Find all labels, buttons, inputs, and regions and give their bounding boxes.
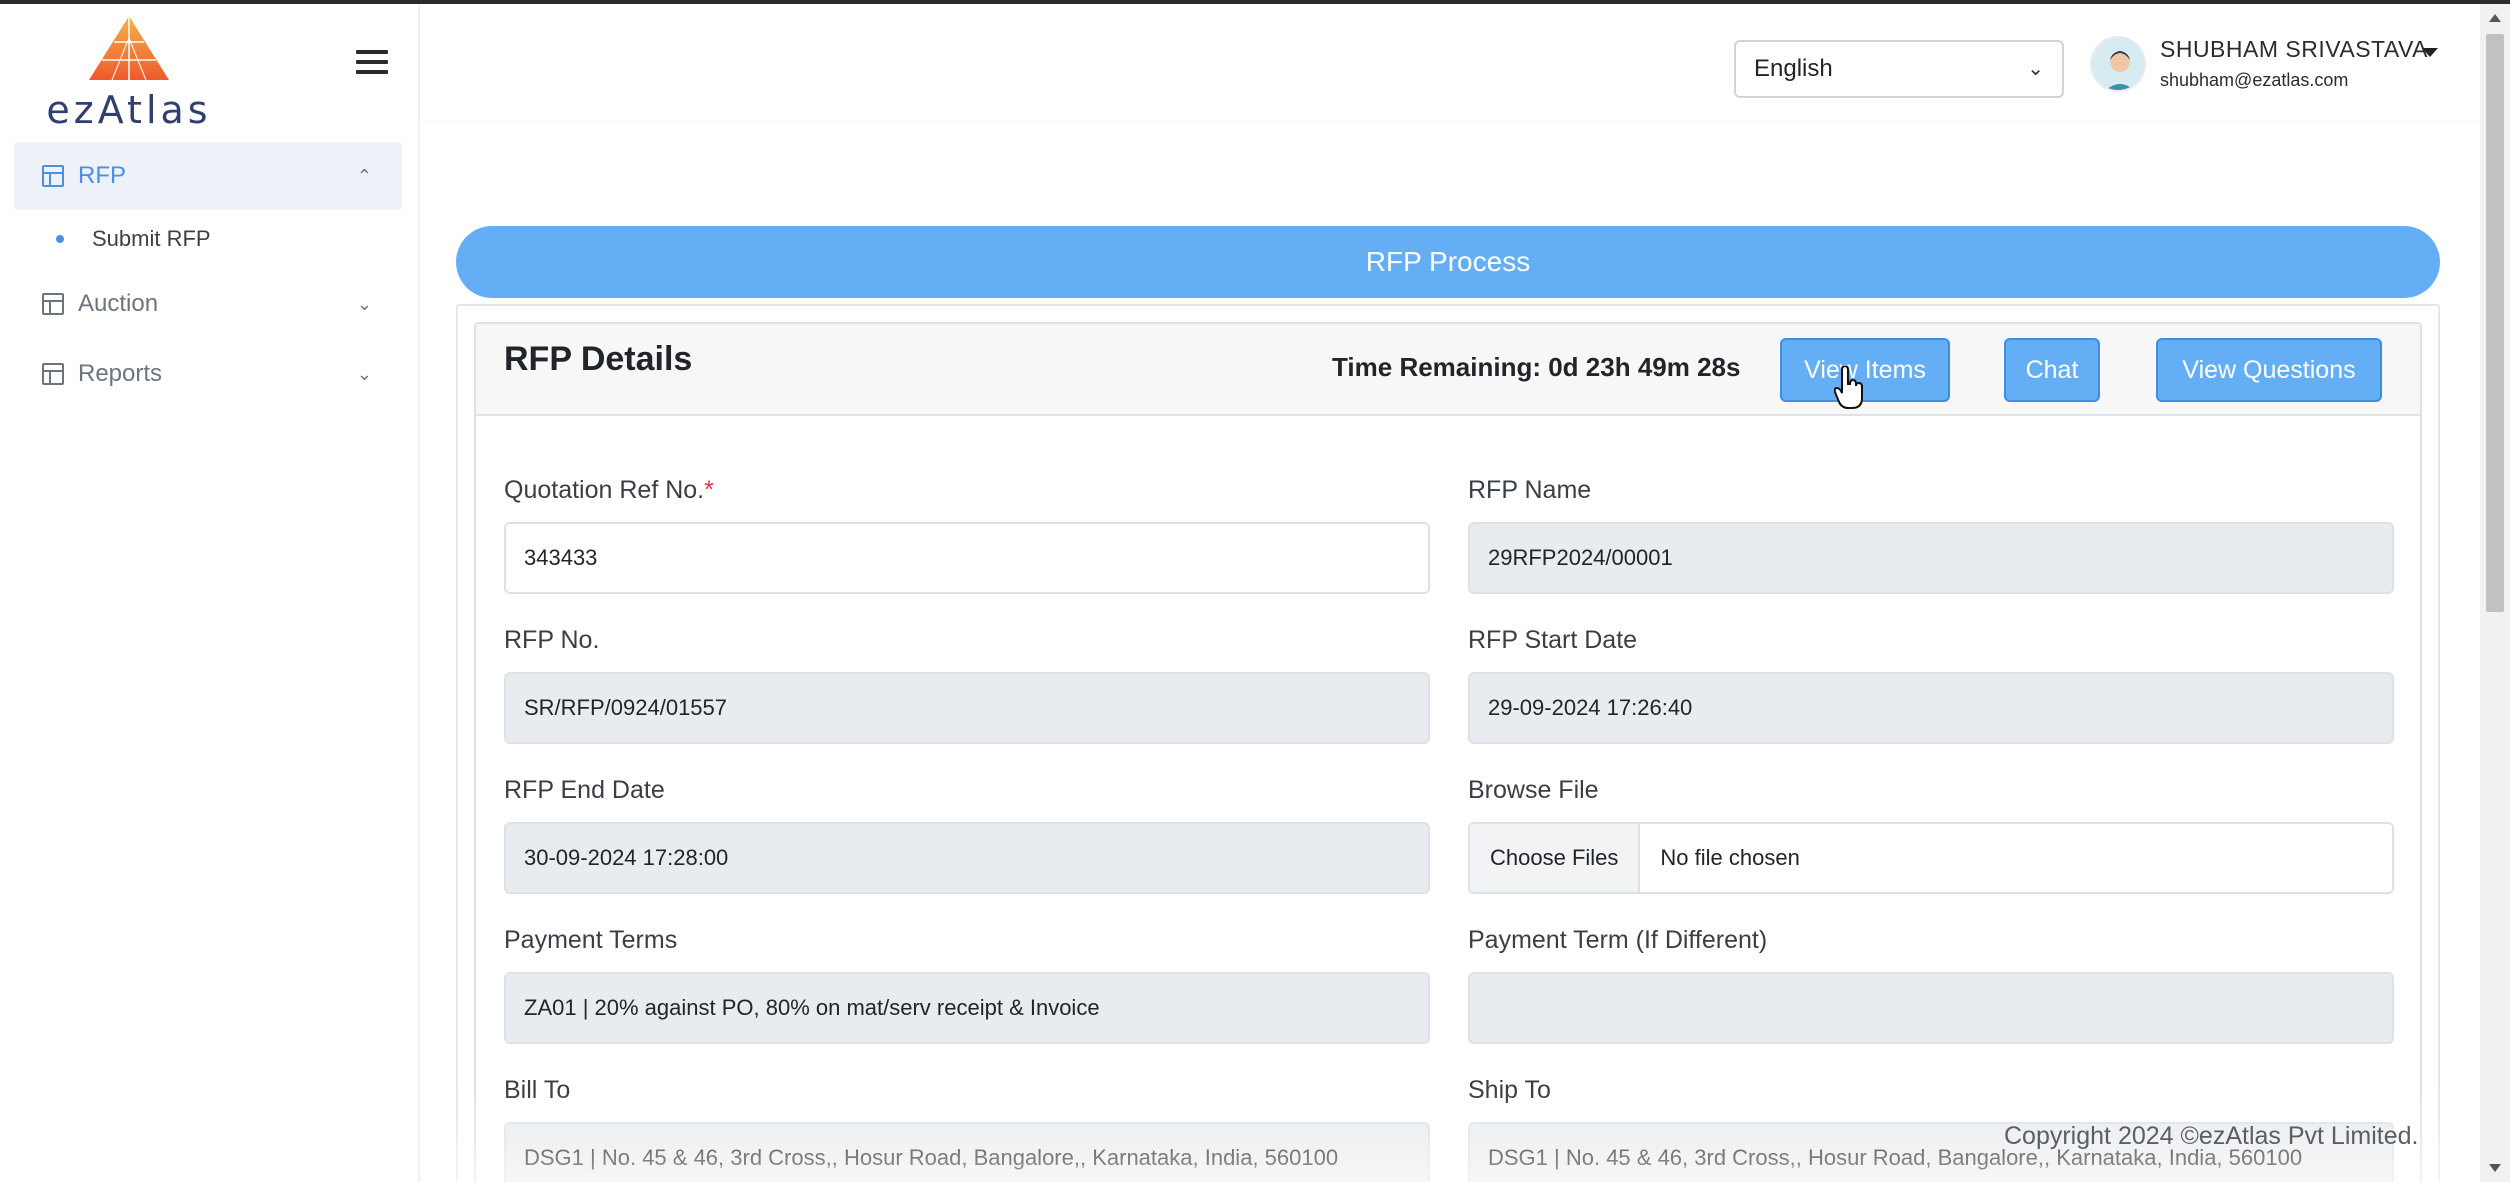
view-questions-button[interactable]: View Questions <box>2156 338 2382 402</box>
rfp-name-label: RFP Name <box>1468 476 1592 504</box>
ship-to-label: Ship To <box>1468 1076 1551 1104</box>
sidebar: ezAtlas RFP ⌃ Submit RFP Auction ⌄ Repor… <box>0 4 420 1182</box>
scroll-up-arrow-icon[interactable] <box>2489 14 2501 22</box>
language-select[interactable]: English ⌄ <box>1734 40 2064 98</box>
page-scrollbar[interactable] <box>2480 4 2510 1182</box>
user-avatar[interactable] <box>2090 36 2146 92</box>
brand-logo[interactable]: ezAtlas <box>34 14 224 132</box>
pyramid-logo-icon <box>89 16 169 81</box>
chevron-down-icon: ⌄ <box>2027 58 2044 80</box>
quotation-ref-label: Quotation Ref No.* <box>504 476 714 504</box>
view-items-button[interactable]: View Items <box>1780 338 1950 402</box>
bill-to-label: Bill To <box>504 1076 571 1104</box>
rfp-end-date-field: 30-09-2024 17:28:00 <box>504 822 1430 894</box>
user-email: shubham@ezatlas.com <box>2160 70 2349 90</box>
quotation-ref-input[interactable]: 343433 <box>504 522 1430 594</box>
table-icon <box>42 293 64 315</box>
rfp-no-label: RFP No. <box>504 626 600 654</box>
file-status: No file chosen <box>1660 845 1800 870</box>
browse-file-label: Browse File <box>1468 776 1599 804</box>
card-title: RFP Details <box>504 340 693 378</box>
sidebar-item-label: RFP <box>78 162 126 189</box>
hand-cursor-icon <box>1834 366 1863 409</box>
bill-to-field: DSG1 | No. 45 & 46, 3rd Cross,, Hosur Ro… <box>504 1122 1430 1182</box>
rfp-start-date-label: RFP Start Date <box>1468 626 1638 654</box>
sidebar-item-label: Reports <box>78 360 163 387</box>
chat-button[interactable]: Chat <box>2004 338 2100 402</box>
language-selected-value: English <box>1754 55 1833 82</box>
sidebar-subitem-label: Submit RFP <box>92 226 211 251</box>
payment-term-different-label: Payment Term (If Different) <box>1468 926 1768 954</box>
sidebar-item-label: Auction <box>78 290 159 317</box>
hamburger-menu-icon[interactable] <box>356 50 388 76</box>
choose-files-button[interactable]: Choose Files <box>1470 824 1641 892</box>
browse-file-input[interactable]: Choose Files No file chosen <box>1468 822 2394 894</box>
chevron-up-icon: ⌃ <box>356 165 372 186</box>
sidebar-subitem-submit-rfp[interactable]: Submit RFP <box>56 222 211 256</box>
time-remaining: Time Remaining: 0d 23h 49m 28s <box>1332 352 1741 382</box>
bullet-icon <box>56 235 64 243</box>
payment-terms-label: Payment Terms <box>504 926 678 954</box>
scroll-down-arrow-icon[interactable] <box>2489 1164 2501 1172</box>
rfp-process-banner: RFP Process <box>456 226 2440 298</box>
rfp-name-field: 29RFP2024/00001 <box>1468 522 2394 594</box>
caret-down-icon[interactable] <box>2422 48 2438 57</box>
rfp-details-card <box>474 322 2422 1182</box>
rfp-start-date-field: 29-09-2024 17:26:40 <box>1468 672 2394 744</box>
rfp-no-field: SR/RFP/0924/01557 <box>504 672 1430 744</box>
payment-terms-field: ZA01 | 20% against PO, 80% on mat/serv r… <box>504 972 1430 1044</box>
sidebar-item-reports[interactable]: Reports ⌄ <box>14 340 402 408</box>
scrollbar-thumb[interactable] <box>2486 34 2504 612</box>
brand-name: ezAtlas <box>46 88 212 132</box>
copyright-text: Copyright 2024 ©ezAtlas Pvt Limited. <box>2004 1122 2419 1150</box>
table-icon <box>42 363 64 385</box>
table-icon <box>42 165 64 187</box>
rfp-end-date-label: RFP End Date <box>504 776 665 804</box>
sidebar-item-auction[interactable]: Auction ⌄ <box>14 270 402 338</box>
chevron-down-icon: ⌄ <box>356 363 372 384</box>
required-asterisk: * <box>704 476 714 504</box>
user-name[interactable]: SHUBHAM SRIVASTAVA <box>2160 36 2428 63</box>
payment-term-different-field <box>1468 972 2394 1044</box>
sidebar-item-rfp[interactable]: RFP ⌃ <box>14 142 402 210</box>
chevron-down-icon: ⌄ <box>356 293 372 314</box>
